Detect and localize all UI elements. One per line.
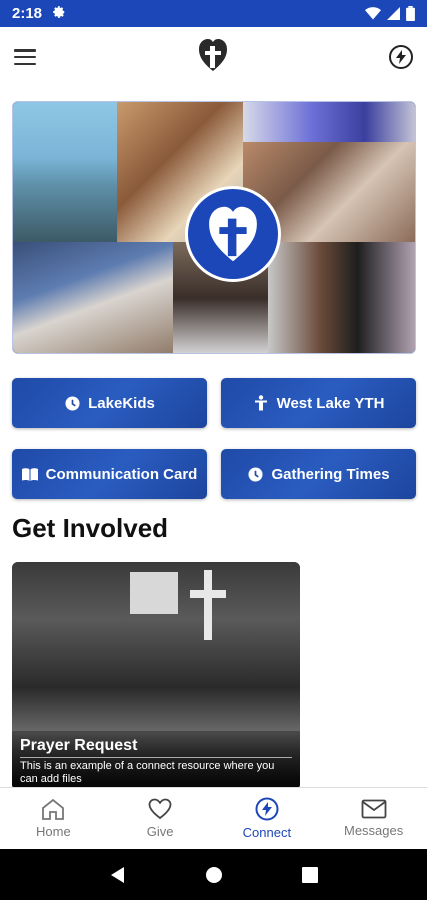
home-icon: [42, 798, 65, 820]
wifi-icon: [365, 7, 381, 20]
prayer-request-card[interactable]: Prayer Request This is an example of a c…: [12, 562, 300, 790]
photo-beach: [13, 102, 117, 242]
status-bar: 2:18: [0, 0, 427, 27]
lakekids-label: LakeKids: [88, 394, 155, 412]
gear-icon: [52, 5, 66, 23]
hero-collage: [12, 101, 416, 354]
lakekids-button[interactable]: LakeKids: [12, 378, 207, 428]
status-icons: [365, 6, 415, 21]
west-lake-yth-button[interactable]: West Lake YTH: [221, 378, 416, 428]
nav-home-label: Home: [36, 824, 71, 839]
battery-icon: [406, 6, 415, 21]
communication-card-label: Communication Card: [45, 465, 198, 483]
nav-give-label: Give: [146, 824, 174, 839]
nav-messages[interactable]: Messages: [320, 788, 427, 849]
communication-card-button[interactable]: Communication Card: [12, 449, 207, 499]
nav-home[interactable]: Home: [0, 788, 107, 849]
nav-connect[interactable]: Connect: [214, 788, 321, 849]
card-caption: Prayer Request This is an example of a c…: [12, 731, 300, 790]
status-time: 2:18: [12, 5, 43, 22]
card-description: This is an example of a connect resource…: [20, 760, 275, 785]
signal-icon: [387, 7, 400, 20]
photo-speaker: [268, 242, 415, 353]
hamburger-icon[interactable]: [14, 49, 36, 65]
heart-cross-logo: [185, 186, 281, 282]
book-icon: [21, 466, 38, 482]
recents-icon[interactable]: [301, 866, 318, 883]
clock-icon: [247, 466, 263, 482]
west-lake-yth-label: West Lake YTH: [276, 394, 385, 412]
nav-give[interactable]: Give: [107, 788, 214, 849]
back-icon[interactable]: [109, 866, 127, 884]
app-bar: [0, 27, 427, 87]
gathering-times-button[interactable]: Gathering Times: [221, 449, 416, 499]
gathering-times-label: Gathering Times: [271, 465, 390, 483]
stage-screen: [130, 572, 178, 614]
home-circle-icon[interactable]: [205, 866, 223, 884]
section-title: Get Involved: [12, 513, 169, 543]
clock-icon: [64, 395, 80, 411]
mail-icon: [361, 799, 387, 819]
heart-cross-logo: [198, 38, 228, 77]
photo-kids-table: [13, 242, 173, 353]
cross-shape: [204, 570, 212, 640]
bolt-circle-icon: [255, 797, 279, 821]
card-title: Prayer Request: [20, 737, 292, 758]
nav-messages-label: Messages: [344, 823, 404, 838]
person-icon: [253, 395, 269, 411]
system-nav-bar: [0, 849, 427, 900]
bottom-nav: Home Give Connect Messages: [0, 787, 427, 849]
bolt-circle-icon[interactable]: [389, 45, 413, 69]
nav-connect-label: Connect: [242, 825, 292, 840]
cross-bar-shape: [190, 590, 226, 598]
heart-icon: [148, 798, 172, 820]
